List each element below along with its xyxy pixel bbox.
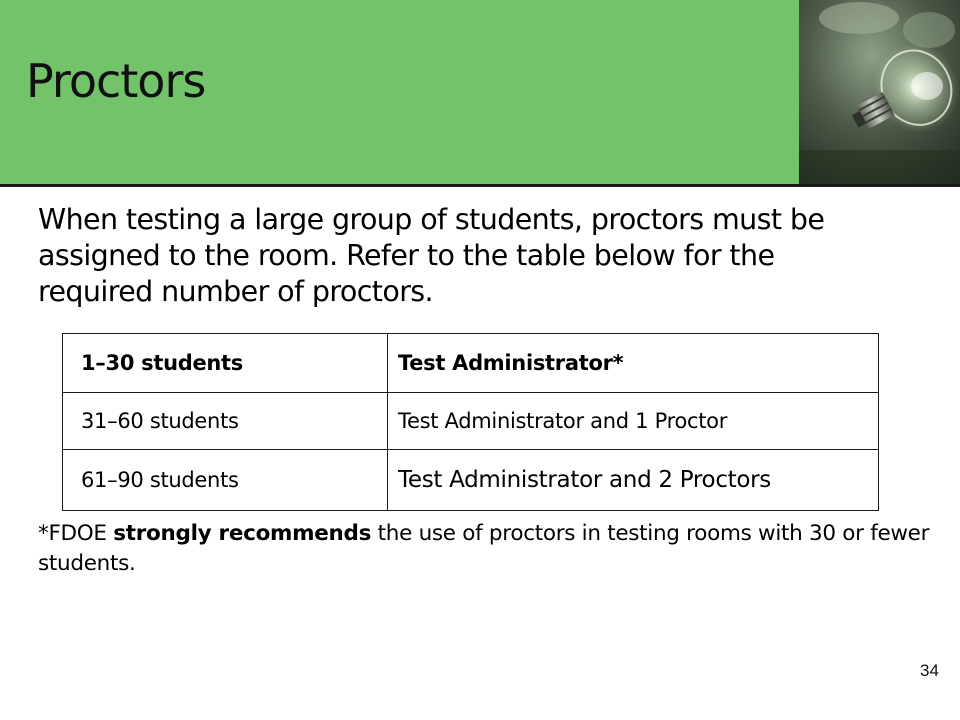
lightbulb-photo-icon [799, 0, 960, 184]
header-divider [0, 184, 960, 187]
table-row: 1–30 students Test Administrator* [62, 333, 879, 393]
intro-paragraph: When testing a large group of students, … [38, 203, 825, 308]
footnote: *FDOE strongly recommends the use of pro… [38, 519, 938, 579]
slide-title: Proctors [26, 54, 206, 108]
student-count-cell: 61–90 students [62, 449, 388, 511]
student-count-cell: 31–60 students [62, 392, 388, 450]
staffing-cell: Test Administrator* [387, 333, 879, 393]
page-number: 34 [920, 661, 939, 680]
proctor-requirements-table: 1–30 students Test Administrator* 31–60 … [62, 333, 879, 511]
student-count-cell: 1–30 students [62, 333, 388, 393]
staffing-cell: Test Administrator and 2 Proctors [387, 449, 879, 511]
staffing-cell: Test Administrator and 1 Proctor [387, 392, 879, 450]
footnote-emphasis: strongly recommends [113, 521, 372, 546]
footnote-prefix: *FDOE [38, 521, 114, 546]
table-row: 61–90 students Test Administrator and 2 … [62, 449, 879, 511]
table-row: 31–60 students Test Administrator and 1 … [62, 392, 879, 450]
